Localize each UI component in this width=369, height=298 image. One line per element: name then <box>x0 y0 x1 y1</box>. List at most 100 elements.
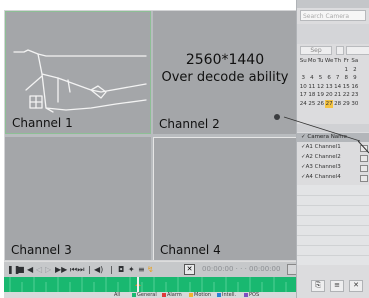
panel-top-bar <box>297 0 369 8</box>
legend-intell[interactable]: Intell. <box>217 292 236 298</box>
camera-item-label: A3 Channel3 <box>305 164 341 170</box>
legend-all[interactable]: All <box>114 292 120 298</box>
camera-item-label: A4 Channel4 <box>305 174 341 180</box>
calendar-day[interactable]: 22 <box>342 91 351 100</box>
calendar: Su Mo Tu We Th Fr Sa 1 2 3 4 5 6 7 8 9 10 11 12 13 14 15 16 17… <box>299 57 359 108</box>
close-timeline-icon[interactable]: ✕ <box>184 264 195 275</box>
calendar-day[interactable]: 2 <box>351 66 360 75</box>
calendar-day[interactable]: 24 <box>299 100 308 109</box>
calendar-day[interactable]: 12 <box>316 83 325 92</box>
year-select[interactable] <box>346 46 369 55</box>
channel-2-label: Channel 2 <box>159 117 220 131</box>
legend-alarm[interactable]: Alarm <box>162 292 182 298</box>
audio-icon[interactable]: ◀) <box>94 264 103 275</box>
toolbar-divider-2: | <box>110 265 113 274</box>
panel-filter-area <box>297 24 369 44</box>
calendar-day[interactable]: 17 <box>299 91 308 100</box>
calendar-day <box>299 66 308 75</box>
decode-warning-message: Over decode ability <box>161 70 289 85</box>
channel-4-tile[interactable]: Channel 4 <box>153 137 297 260</box>
month-select[interactable]: Sep <box>300 46 332 55</box>
calendar-day[interactable]: 29 <box>342 100 351 109</box>
channel-1-label: Channel 1 <box>12 116 73 130</box>
camera-item-1[interactable]: ✓A1 Channel1 <box>301 144 341 150</box>
toolbar-divider: | <box>88 265 91 274</box>
calendar-day[interactable]: 15 <box>342 83 351 92</box>
calendar-nav: Sep <box>300 46 369 55</box>
calendar-day[interactable]: 3 <box>299 74 308 83</box>
skip-icon[interactable]: ⏮⏭ <box>70 264 84 275</box>
legend-intell-swatch <box>217 292 221 297</box>
camera-icon <box>360 155 368 162</box>
stop-icon[interactable]: ■ <box>17 264 25 275</box>
weekday-header: Sa <box>351 58 359 65</box>
calendar-day[interactable]: 23 <box>351 91 360 100</box>
calendar-day[interactable]: 16 <box>351 83 360 92</box>
calendar-day[interactable]: 5 <box>316 74 325 83</box>
camera-search-input[interactable]: Search Camera <box>300 10 366 21</box>
weekday-header: Su <box>299 58 307 65</box>
calendar-day <box>308 66 317 75</box>
legend-pos[interactable]: POS <box>244 292 259 298</box>
menu-icon[interactable]: ≡ <box>138 264 145 275</box>
calendar-day[interactable]: 10 <box>299 83 308 92</box>
calendar-day[interactable]: 30 <box>351 100 360 109</box>
calendar-day[interactable]: 26 <box>316 100 325 109</box>
weekday-header: Mo <box>307 58 316 65</box>
calendar-day[interactable]: 4 <box>308 74 317 83</box>
channel-2-tile[interactable]: 2560*1440 Over decode ability Channel 2 <box>153 11 297 134</box>
camera-icon <box>360 175 368 182</box>
fast-forward-icon[interactable]: ▶▶ <box>55 264 67 275</box>
channel-3-tile[interactable]: Channel 3 <box>5 137 151 260</box>
close-button[interactable]: ✕ <box>349 280 363 292</box>
copy-button[interactable]: ⎘ <box>311 280 325 292</box>
calendar-day[interactable]: 25 <box>308 100 317 109</box>
calendar-day[interactable]: 19 <box>316 91 325 100</box>
calendar-day[interactable]: 20 <box>325 91 334 100</box>
timeline-bar[interactable] <box>4 277 296 292</box>
camera-item-4[interactable]: ✓A4 Channel4 <box>301 174 341 180</box>
calendar-day[interactable]: 14 <box>333 83 342 92</box>
timeline-cursor[interactable] <box>137 277 139 292</box>
calendar-day[interactable]: 8 <box>342 74 351 83</box>
calendar-day[interactable]: 13 <box>325 83 334 92</box>
legend-general-label: General <box>137 292 157 298</box>
channel-4-label: Channel 4 <box>160 243 221 257</box>
calendar-day[interactable]: 11 <box>308 83 317 92</box>
calendar-day[interactable]: 27 <box>324 99 334 108</box>
legend-intell-label: Intell. <box>222 292 237 298</box>
camera-list-empty-area <box>297 185 369 265</box>
time-range: 00:00:00 · · · 00:00:00 <box>202 265 281 273</box>
play-icon[interactable]: ▷ <box>45 264 51 275</box>
calendar-day[interactable]: 28 <box>333 100 342 109</box>
calendar-day[interactable]: 7 <box>333 74 342 83</box>
prev-month-button[interactable] <box>336 46 344 55</box>
calendar-day[interactable]: 6 <box>325 74 334 83</box>
list-button[interactable]: ≡ <box>330 280 344 292</box>
camera-item-3[interactable]: ✓A3 Channel3 <box>301 164 341 170</box>
sync-icon[interactable]: ↯ <box>147 264 154 275</box>
legend-general-swatch <box>132 292 136 297</box>
legend-pos-swatch <box>244 292 248 297</box>
channel-3-label: Channel 3 <box>11 243 72 257</box>
legend-motion[interactable]: Motion <box>189 292 211 298</box>
channel-1-tile[interactable]: Channel 1 <box>5 11 151 134</box>
calendar-day <box>316 66 325 75</box>
slow-icon[interactable]: ◀ <box>27 264 33 275</box>
calendar-day[interactable]: 18 <box>308 91 317 100</box>
calendar-day[interactable]: 1 <box>342 66 351 75</box>
playback-toolbar: ❚❚ ■ ◀ ◁ ▷ ▶▶ ⏮⏭ | ◀) | ◘ ✦ ≡ ↯ ✕ 00:00:… <box>4 261 297 278</box>
timeline-ticks <box>9 277 287 292</box>
legend-motion-swatch <box>189 292 193 297</box>
weekday-header: Th <box>334 58 342 65</box>
camera-item-2[interactable]: ✓A2 Channel2 <box>301 154 341 160</box>
calendar-day <box>325 66 334 75</box>
snapshot-icon[interactable]: ◘ <box>118 264 124 275</box>
step-back-icon[interactable]: ◁ <box>36 264 42 275</box>
legend-general[interactable]: General <box>132 292 157 298</box>
pin-icon[interactable]: ✦ <box>128 264 135 275</box>
camera-item-label: A1 Channel1 <box>305 144 341 150</box>
record-type-legend: All General Alarm Motion Intell. POS <box>4 292 296 298</box>
calendar-day[interactable]: 21 <box>333 91 342 100</box>
calendar-day[interactable]: 9 <box>351 74 360 83</box>
